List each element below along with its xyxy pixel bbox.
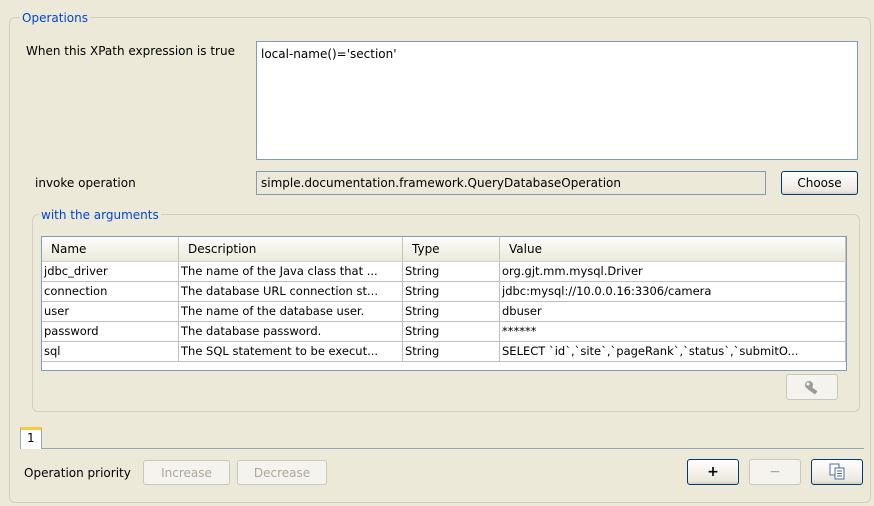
xpath-label: When this XPath expression is true xyxy=(26,44,235,58)
tab-operation-1[interactable]: 1 xyxy=(20,427,42,449)
decrease-button[interactable]: Decrease xyxy=(237,460,327,485)
copy-icon xyxy=(829,463,845,480)
copy-button[interactable] xyxy=(811,459,863,485)
edit-argument-button[interactable] xyxy=(786,374,838,400)
cell-type: String xyxy=(403,342,500,362)
table-row[interactable]: sql The SQL statement to be execut... St… xyxy=(42,342,846,362)
operations-legend: Operations xyxy=(20,11,90,25)
cell-type: String xyxy=(403,262,500,282)
cell-name: connection xyxy=(42,282,179,302)
operation-priority-label: Operation priority xyxy=(24,466,131,480)
cell-type: String xyxy=(403,282,500,302)
remove-button[interactable]: − xyxy=(749,459,801,485)
invoke-operation-label: invoke operation xyxy=(35,176,136,190)
cell-description: The database password. xyxy=(179,322,403,342)
table-row[interactable]: connection The database URL connection s… xyxy=(42,282,846,302)
cell-value: ****** xyxy=(500,322,846,342)
xpath-expression-value: local-name()='section' xyxy=(261,47,397,61)
wrench-icon xyxy=(805,381,818,395)
cell-value: dbuser xyxy=(500,302,846,322)
column-header-type[interactable]: Type xyxy=(403,237,500,261)
table-header: Name Description Type Value xyxy=(42,237,846,262)
arguments-table[interactable]: Name Description Type Value jdbc_driver … xyxy=(41,236,847,371)
cell-name: sql xyxy=(42,342,179,362)
arguments-legend: with the arguments xyxy=(39,208,161,222)
table-row[interactable]: password The database password. String *… xyxy=(42,322,846,342)
cell-type: String xyxy=(403,302,500,322)
cell-name: password xyxy=(42,322,179,342)
invoke-operation-field: simple.documentation.framework.QueryData… xyxy=(256,171,766,195)
cell-value: jdbc:mysql://10.0.0.16:3306/camera xyxy=(500,282,846,302)
cell-name: user xyxy=(42,302,179,322)
choose-button[interactable]: Choose xyxy=(781,171,858,195)
cell-value: org.gjt.mm.mysql.Driver xyxy=(500,262,846,282)
table-row[interactable]: user The name of the database user. Stri… xyxy=(42,302,846,322)
cell-description: The database URL connection st... xyxy=(179,282,403,302)
cell-description: The SQL statement to be execut... xyxy=(179,342,403,362)
column-header-value[interactable]: Value xyxy=(500,237,846,261)
cell-value: SELECT `id`,`site`,`pageRank`,`status`,`… xyxy=(500,342,846,362)
cell-description: The name of the Java class that ... xyxy=(179,262,403,282)
cell-name: jdbc_driver xyxy=(42,262,179,282)
cell-description: The name of the database user. xyxy=(179,302,403,322)
table-row[interactable]: jdbc_driver The name of the Java class t… xyxy=(42,262,846,282)
xpath-expression-input[interactable]: local-name()='section' xyxy=(256,41,858,160)
tab-strip-divider xyxy=(20,448,864,449)
increase-button[interactable]: Increase xyxy=(143,460,230,485)
cell-type: String xyxy=(403,322,500,342)
column-header-description[interactable]: Description xyxy=(179,237,403,261)
column-header-name[interactable]: Name xyxy=(42,237,179,261)
add-button[interactable]: + xyxy=(687,459,739,485)
